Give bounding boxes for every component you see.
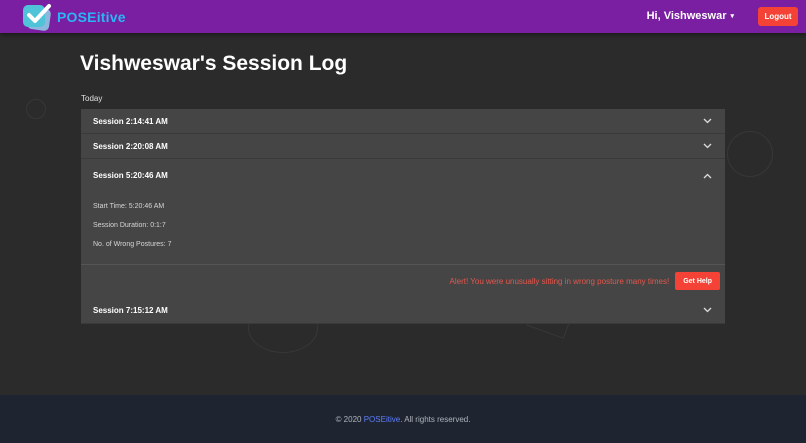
copyright-prefix: © 2020 — [335, 414, 362, 424]
get-help-button[interactable]: Get Help — [675, 272, 720, 290]
session-header[interactable]: Session 7:15:12 AM — [81, 297, 725, 324]
wrong-postures-count: No. of Wrong Postures: 7 — [93, 241, 172, 248]
session-header[interactable]: Session 5:20:46 AM — [81, 159, 725, 192]
page-title: Vishweswar's Session Log — [80, 52, 348, 75]
session-title: Session 2:14:41 AM — [93, 116, 168, 126]
chevron-up-icon — [701, 170, 713, 182]
day-label: Today — [81, 94, 103, 103]
main-content: Vishweswar's Session Log Today Session 2… — [0, 33, 806, 395]
session-title: Session 5:20:46 AM — [93, 171, 168, 180]
copyright-suffix: . All rights reserved. — [400, 414, 471, 424]
session-title: Session 7:15:12 AM — [93, 305, 168, 315]
session-alert-bar: Alert! You were unusually sitting in wro… — [81, 264, 725, 297]
user-greeting: Hi, Vishweswar — [646, 10, 727, 22]
session-header[interactable]: Session 2:14:41 AM — [81, 109, 725, 134]
session-title: Session 2:20:08 AM — [93, 141, 168, 151]
posture-alert: Alert! You were unusually sitting in wro… — [449, 276, 670, 286]
chevron-down-icon — [701, 304, 713, 316]
footer-brand-link[interactable]: POSEitive — [364, 415, 400, 424]
session-panel-expanded: Session 5:20:46 AM Start Time: 5:20:46 A… — [81, 159, 725, 297]
session-duration: Session Duration: 0:1:7 — [93, 222, 166, 229]
footer: © 2020 POSEitive. All rights reserved. — [0, 395, 806, 443]
navbar: POSEitive Hi, Vishweswar ▾ Logout — [0, 0, 806, 33]
brand-link[interactable]: POSEitive — [22, 3, 126, 32]
session-details: Start Time: 5:20:46 AM Session Duration:… — [81, 192, 725, 264]
chevron-down-icon — [701, 140, 713, 152]
checkmark-logo-icon — [22, 3, 52, 32]
start-time: Start Time: 5:20:46 AM — [93, 203, 165, 210]
session-accordion: Session 2:14:41 AM Session 2:20:08 AM Se… — [81, 109, 725, 324]
user-menu-dropdown[interactable]: Hi, Vishweswar ▾ — [647, 10, 734, 22]
caret-down-icon: ▾ — [730, 13, 734, 20]
session-header[interactable]: Session 2:20:08 AM — [81, 134, 725, 159]
brand-name: POSEitive — [57, 8, 126, 25]
background-decoration — [26, 99, 46, 119]
logout-button[interactable]: Logout — [758, 7, 798, 26]
chevron-down-icon — [701, 115, 713, 127]
background-decoration — [727, 131, 773, 177]
